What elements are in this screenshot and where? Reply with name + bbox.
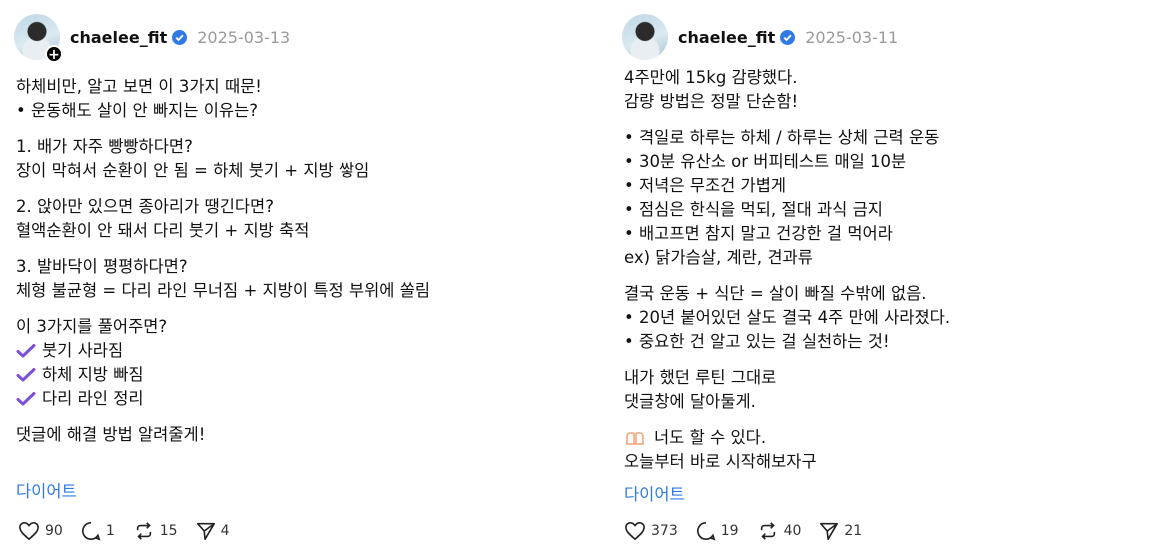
- post-date: 2025-03-13: [197, 27, 291, 47]
- follow-plus-icon[interactable]: +: [45, 45, 63, 63]
- hashtag-link[interactable]: 다이어트: [624, 481, 685, 505]
- comment-count: 1: [105, 523, 115, 539]
- username[interactable]: chaelee_fit: [70, 28, 167, 47]
- post-text-line: 오늘부터 바로 시작해보자구: [624, 452, 817, 471]
- post-text-line: 감량 방법은 정말 단순함!: [624, 92, 799, 111]
- closing-line: 댓글에 해결 방법 알려줄게!: [16, 425, 206, 444]
- post-text-line: • 중요한 건 알고 있는 걸 실천하는 것!: [624, 332, 890, 351]
- share-icon: [196, 522, 215, 540]
- post-text-line: 3. 발바닥이 평평하다면?: [16, 257, 188, 276]
- post-actions: 373 19 40 21: [624, 521, 880, 541]
- checkmark-icon: [16, 344, 36, 358]
- share-count: 21: [844, 523, 863, 539]
- comment-count: 19: [720, 523, 739, 539]
- post-text-line: 혈액순환이 안 돼서 다리 붓기 + 지방 축적: [16, 221, 310, 240]
- repost-icon: [136, 522, 151, 540]
- comment-icon: [81, 522, 101, 541]
- post-header: + chaelee_fit 2025-03-13: [14, 14, 291, 63]
- post-text-line: 1. 배가 자주 빵빵하다면?: [16, 137, 193, 156]
- checklist-label: 붓기 사라짐: [42, 341, 124, 360]
- verified-badge-icon: [172, 29, 188, 45]
- raised-hands-icon: [626, 432, 644, 445]
- post-text-line: 장이 막혀서 순환이 안 됨 = 하체 붓기 + 지방 쌓임: [16, 161, 370, 180]
- post-body: 4주만에 15kg 감량했다. 감량 방법은 정말 단순함! • 격일로 하루는 하…: [624, 66, 950, 474]
- repost-button[interactable]: 15: [133, 521, 178, 541]
- like-count: 90: [45, 523, 63, 539]
- hashtag-link[interactable]: 다이어트: [16, 478, 77, 502]
- checklist-item: 붓기 사라짐: [16, 339, 430, 363]
- checkmark-icon: [16, 392, 36, 406]
- comment-button[interactable]: 1: [81, 521, 115, 541]
- username[interactable]: chaelee_fit: [678, 28, 775, 47]
- post-text-line: • 20년 붙어있던 살도 결국 4주 만에 사라졌다.: [624, 308, 951, 327]
- post-text-line: • 점심은 한식을 먹되, 절대 과식 금지: [624, 200, 883, 219]
- post-text-line: 이 3가지를 풀어주면?: [16, 317, 168, 336]
- post-body: 하체비만, 알고 보면 이 3가지 때문! • 운동해도 살이 안 빠지는 이유는…: [16, 75, 430, 447]
- heart-icon: [625, 521, 645, 541]
- avatar[interactable]: [622, 14, 668, 60]
- post-text-line: 4주만에 15kg 감량했다.: [624, 68, 798, 87]
- share-button[interactable]: 21: [819, 521, 862, 541]
- checklist-item: 다리 라인 정리: [16, 387, 430, 411]
- comment-button[interactable]: 19: [696, 521, 739, 541]
- post-text-line: • 배고프면 참지 말고 건강한 걸 먹어라: [624, 224, 893, 243]
- checklist-label: 하체 지방 빠짐: [42, 365, 144, 384]
- post-text-line: • 격일로 하루는 하체 / 하루는 상체 근력 운동: [624, 128, 940, 147]
- post-text-line: ex) 닭가슴살, 계란, 견과류: [624, 248, 813, 267]
- checklist-label: 다리 라인 정리: [42, 389, 144, 408]
- repost-icon: [760, 522, 775, 540]
- post-text-line: • 운동해도 살이 안 빠지는 이유는?: [16, 101, 259, 120]
- post-text-line: 결국 운동 + 식단 = 살이 빠질 수밖에 없음.: [624, 284, 927, 303]
- checkmark-icon: [16, 368, 36, 382]
- post-text-line: • 저녁은 무조건 가볍게: [624, 176, 787, 195]
- post-text-line: 내가 했던 루틴 그대로: [624, 368, 777, 387]
- repost-count: 40: [783, 523, 802, 539]
- post-date: 2025-03-11: [805, 27, 899, 47]
- post-text-line: 너도 할 수 있다.: [624, 426, 950, 450]
- post-header: chaelee_fit 2025-03-11: [622, 14, 898, 60]
- post-actions: 90 1 15 4: [18, 521, 248, 541]
- checklist-item: 하체 지방 빠짐: [16, 363, 430, 387]
- share-count: 4: [220, 523, 230, 539]
- post-text-line: • 30분 유산소 or 버피테스트 매일 10분: [624, 152, 907, 171]
- comment-icon: [696, 522, 716, 541]
- share-button[interactable]: 4: [196, 521, 230, 541]
- share-icon: [820, 522, 839, 540]
- post-text-line: 댓글창에 달아둘게.: [624, 392, 756, 411]
- avatar[interactable]: +: [14, 14, 63, 63]
- verified-badge-icon: [780, 29, 796, 45]
- post-text-line: 2. 앉아만 있으면 종아리가 땡긴다면?: [16, 197, 274, 216]
- post-card: + chaelee_fit 2025-03-13 하체비만, 알고 보면 이 3…: [0, 0, 560, 552]
- post-text-line: 너도 할 수 있다.: [654, 428, 767, 448]
- post-card: chaelee_fit 2025-03-11 4주만에 15kg 감량했다. 감량…: [610, 0, 1170, 552]
- heart-icon: [19, 521, 39, 541]
- post-text-line: 체형 불균형 = 다리 라인 무너짐 + 지방이 특정 부위에 쏠림: [16, 281, 431, 300]
- repost-button[interactable]: 40: [757, 521, 802, 541]
- like-count: 373: [651, 523, 678, 539]
- like-button[interactable]: 90: [18, 521, 63, 541]
- post-text-line: 하체비만, 알고 보면 이 3가지 때문!: [16, 77, 262, 96]
- repost-count: 15: [159, 523, 178, 539]
- like-button[interactable]: 373: [624, 521, 678, 541]
